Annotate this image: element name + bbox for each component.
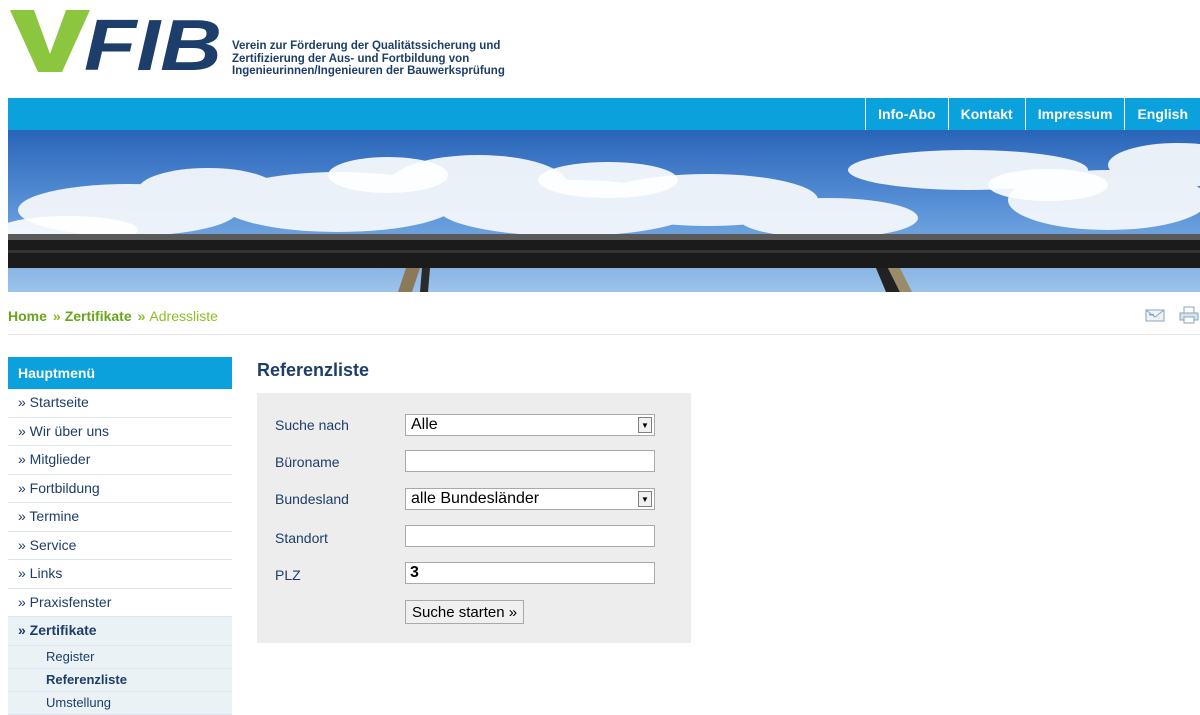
breadcrumb-row: Home» Zertifikate» Adressliste [8, 300, 1200, 335]
search-by-select[interactable]: Alle ▼ [405, 414, 655, 436]
main-menu-title: Hauptmenü [8, 357, 232, 389]
sidebar-item-zertifikate[interactable]: » Zertifikate [8, 617, 232, 646]
nav-kontakt[interactable]: Kontakt [947, 98, 1025, 130]
header-banner-image [8, 130, 1200, 292]
dropdown-arrow-icon[interactable]: ▼ [638, 491, 652, 507]
sidebar-item-service[interactable]: » Service [8, 532, 232, 560]
plz-input[interactable] [405, 562, 655, 584]
search-form: Suche nach Alle ▼ Büroname Bundesland al… [257, 393, 691, 643]
location-label: Standort [275, 530, 328, 546]
office-name-input[interactable] [405, 450, 655, 472]
search-submit-button[interactable]: Suche starten » [405, 600, 525, 624]
breadcrumb-separator: » [52, 308, 61, 324]
print-icon[interactable] [1178, 306, 1200, 324]
breadcrumb-zertifikate[interactable]: Zertifikate [65, 308, 132, 324]
plz-label: PLZ [275, 567, 301, 583]
state-value: alle Bundesländer [411, 490, 540, 507]
site-header: FIB Verein zur Förderung der Qualitätssi… [0, 0, 1200, 98]
nav-impressum[interactable]: Impressum [1024, 98, 1125, 130]
breadcrumb-current: Adressliste [149, 308, 218, 324]
top-navigation-bar: Info-Abo Kontakt Impressum English [8, 98, 1200, 130]
logo-text: FIB [84, 6, 222, 74]
page-title: Referenzliste [257, 360, 370, 380]
nav-info-abo[interactable]: Info-Abo [865, 98, 948, 130]
breadcrumb: Home» Zertifikate» Adressliste [8, 308, 218, 324]
submenu-item-umstellung[interactable]: Umstellung [8, 691, 232, 715]
office-name-label: Büroname [275, 454, 340, 470]
page-tools [1144, 306, 1200, 324]
sidebar-item-fortbildung[interactable]: » Fortbildung [8, 475, 232, 503]
location-input[interactable] [405, 525, 655, 547]
zertifikate-submenu: Register Referenzliste Umstellung [8, 645, 232, 715]
sidebar-item-mitglieder[interactable]: » Mitglieder [8, 446, 232, 475]
dropdown-arrow-icon[interactable]: ▼ [638, 417, 652, 433]
state-label: Bundesland [275, 491, 349, 507]
vfib-logo[interactable]: FIB [8, 6, 222, 74]
submenu-item-register[interactable]: Register [8, 645, 232, 669]
nav-english[interactable]: English [1124, 98, 1200, 130]
sidebar-item-startseite[interactable]: » Startseite [8, 389, 232, 418]
sidebar-item-termine[interactable]: » Termine [8, 503, 232, 532]
submenu-item-referenzliste[interactable]: Referenzliste [8, 668, 232, 692]
site-tagline: Verein zur Förderung der Qualitätssicher… [232, 40, 505, 78]
main-menu: Hauptmenü » Startseite » Wir über uns » … [8, 357, 232, 715]
sidebar-item-wir-ueber-uns[interactable]: » Wir über uns [8, 418, 232, 446]
search-by-label: Suche nach [275, 417, 349, 433]
search-by-value: Alle [411, 416, 438, 433]
email-icon[interactable] [1144, 306, 1166, 324]
sidebar-item-links[interactable]: » Links [8, 560, 232, 589]
sidebar-item-praxisfenster[interactable]: » Praxisfenster [8, 589, 232, 617]
tagline-line: Verein zur Förderung der Qualitätssicher… [232, 40, 501, 52]
breadcrumb-separator: » [137, 308, 146, 324]
top-nav: Info-Abo Kontakt Impressum English [865, 98, 1200, 130]
state-select[interactable]: alle Bundesländer ▼ [405, 488, 655, 510]
tagline-line: Ingenieurinnen/Ingenieuren der Bauwerksp… [232, 65, 505, 77]
tagline-line: Zertifizierung der Aus- und Fortbildung … [232, 52, 470, 65]
breadcrumb-home[interactable]: Home [8, 308, 47, 324]
